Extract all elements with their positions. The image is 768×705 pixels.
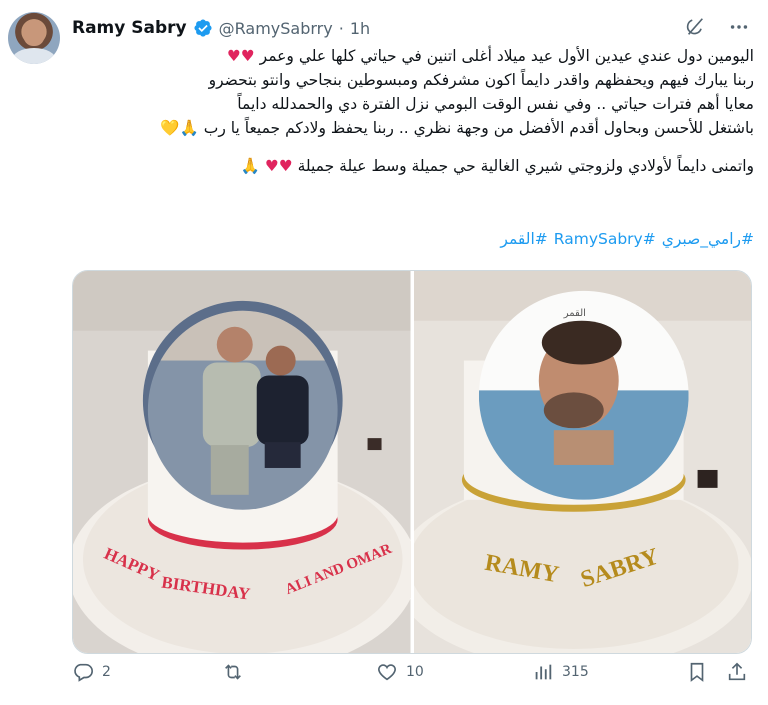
tweet-line-4: باشتغل للأحسن وبحاول أقدم الأفضل من وجهة…	[160, 119, 754, 137]
tweet-line-3: معايا أهم فترات حياتي .. وفي نفس الوقت ا…	[237, 95, 754, 113]
hashtags: #رامي_صبري #RamySabry #القمر	[72, 230, 754, 248]
birthday-cake-photo[interactable]: HAPPY BIRTHDAY ALI AND OMAR	[73, 271, 411, 653]
hashtag-link[interactable]: #رامي_صبري	[662, 230, 754, 248]
grok-icon[interactable]	[684, 16, 706, 38]
more-icon[interactable]	[728, 16, 750, 38]
tweet-text: اليومين دول عندي عيدين الأول عيد ميلاد أ…	[72, 44, 754, 178]
tweet-line-2: ربنا يبارك فيهم ويحفظهم واقدر دايماً اكو…	[208, 71, 754, 89]
share-button[interactable]	[726, 661, 748, 683]
tweet-header: Ramy Sabry @RamySabrry · 1h	[72, 16, 370, 40]
bookmark-button[interactable]	[686, 661, 708, 683]
header-separator: ·	[338, 18, 344, 38]
like-count: 10	[406, 664, 424, 680]
views-button[interactable]: 315	[532, 661, 589, 683]
views-icon	[535, 664, 552, 680]
tweet-line-5: واتمنى دايماً لأولادي ولزوجتي شيري الغال…	[240, 157, 754, 175]
author-handle[interactable]: @RamySabrry	[219, 19, 333, 38]
tweet-timestamp[interactable]: 1h	[350, 19, 370, 38]
avatar-shirt	[12, 48, 56, 64]
reply-button[interactable]: 2	[72, 661, 111, 683]
retweet-icon	[225, 664, 241, 680]
reply-count: 2	[102, 664, 111, 680]
tweet-media: HAPPY BIRTHDAY ALI AND OMAR القمر RAMY S…	[72, 270, 752, 654]
reply-icon	[74, 663, 93, 682]
hashtag-link[interactable]: #القمر	[500, 230, 547, 248]
bookmark-icon	[690, 662, 704, 682]
views-count: 315	[562, 664, 589, 680]
topper-lettering: القمر	[562, 308, 585, 319]
hearts-emoji: ♥♥	[226, 47, 255, 65]
share-icon	[728, 662, 746, 681]
author-name[interactable]: Ramy Sabry	[72, 18, 187, 38]
header-actions	[684, 16, 750, 38]
verified-badge-icon	[194, 19, 212, 37]
hashtag-link[interactable]: #RamySabry	[554, 230, 656, 248]
avatar-face	[23, 20, 45, 46]
retweet-button[interactable]	[222, 661, 252, 683]
ramy-sabry-cake-photo[interactable]: القمر RAMY SABRY	[413, 271, 751, 653]
heart-icon	[378, 664, 396, 681]
hearts-emoji: ♥♥	[264, 157, 293, 175]
pray-emoji: 🙏	[240, 157, 260, 175]
like-button[interactable]: 10	[376, 661, 424, 683]
tweet-line-1: اليومين دول عندي عيدين الأول عيد ميلاد أ…	[226, 47, 754, 65]
author-avatar[interactable]	[8, 12, 60, 64]
hands-emoji: 🙏💛	[160, 119, 199, 137]
